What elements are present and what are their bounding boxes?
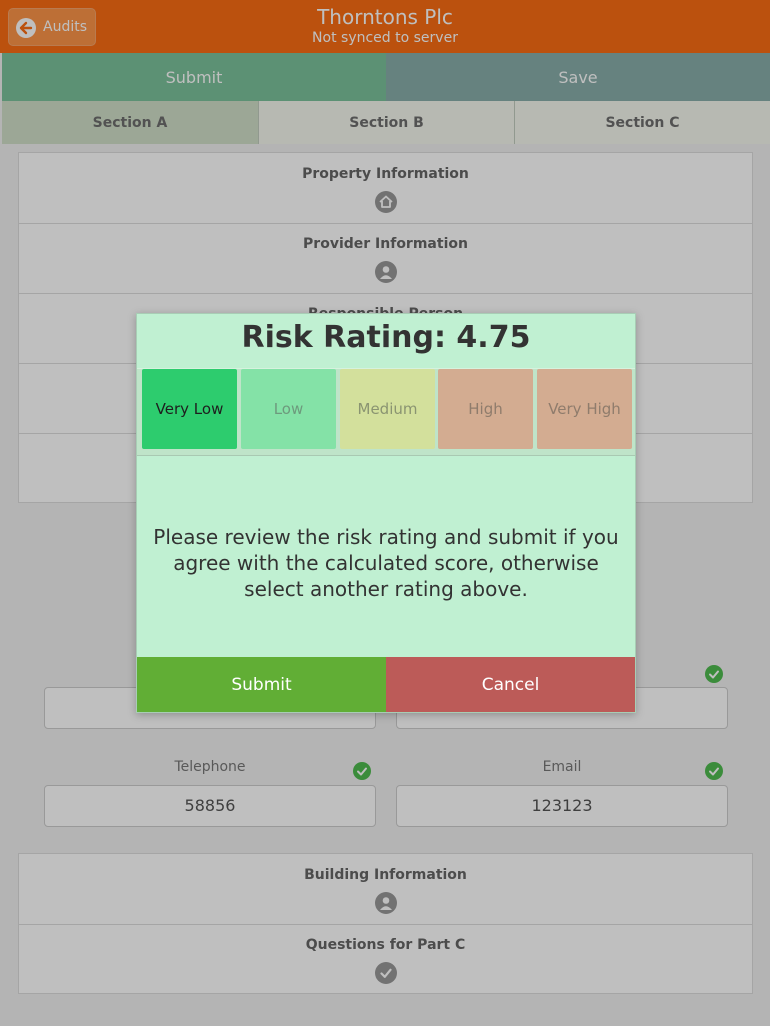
rating-label: Medium [357,400,418,418]
modal-submit-label: Submit [231,674,292,695]
rating-label: Very Low [155,400,224,418]
rating-label: Very High [548,400,621,418]
rating-label: Low [273,400,304,418]
modal-cancel-label: Cancel [481,674,540,695]
risk-rating-title: Risk Rating: 4.75 [241,320,531,355]
risk-rating-dialog: Risk Rating: 4.75 Very Low Low Medium Hi… [136,313,636,713]
modal-submit-button[interactable]: Submit [137,657,386,712]
rating-very-low[interactable]: Very Low [142,369,237,449]
rating-high[interactable]: High [438,369,533,449]
modal-cancel-button[interactable]: Cancel [386,657,635,712]
rating-very-high[interactable]: Very High [537,369,632,449]
rating-low[interactable]: Low [241,369,336,449]
rating-label: High [468,400,503,418]
rating-medium[interactable]: Medium [340,369,435,449]
review-message: Please review the risk rating and submit… [153,525,619,601]
